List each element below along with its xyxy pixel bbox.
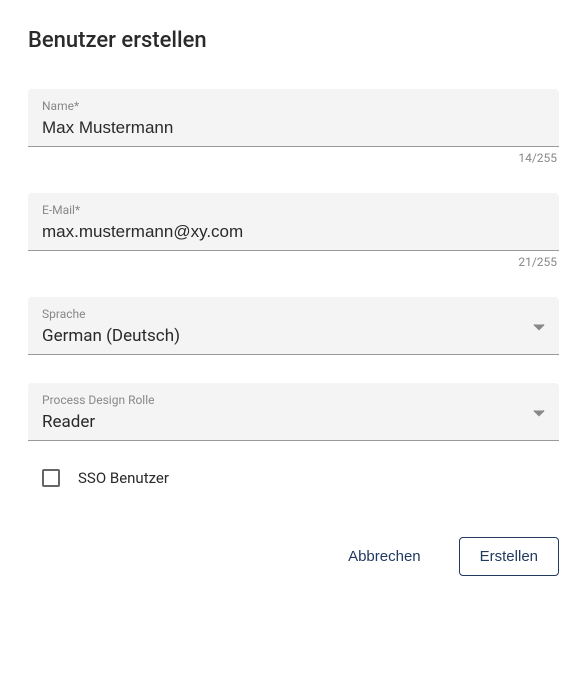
email-field[interactable]: E-Mail* bbox=[28, 193, 559, 251]
language-select[interactable]: Sprache German (Deutsch) bbox=[28, 297, 559, 355]
page-title: Benutzer erstellen bbox=[28, 28, 559, 53]
chevron-down-icon bbox=[533, 402, 545, 421]
language-value: German (Deutsch) bbox=[42, 326, 545, 346]
role-value: Reader bbox=[42, 412, 545, 432]
name-label: Name* bbox=[42, 99, 545, 113]
email-input[interactable] bbox=[42, 222, 545, 242]
name-input[interactable] bbox=[42, 118, 545, 138]
chevron-down-icon bbox=[533, 316, 545, 335]
name-counter: 14/255 bbox=[28, 151, 559, 165]
sso-checkbox-row: SSO Benutzer bbox=[28, 469, 559, 487]
role-select[interactable]: Process Design Rolle Reader bbox=[28, 383, 559, 441]
email-counter: 21/255 bbox=[28, 255, 559, 269]
sso-checkbox[interactable] bbox=[42, 469, 60, 487]
language-label: Sprache bbox=[42, 307, 545, 321]
email-label: E-Mail* bbox=[42, 203, 545, 217]
button-row: Abbrechen Erstellen bbox=[28, 537, 559, 576]
name-field[interactable]: Name* bbox=[28, 89, 559, 147]
sso-checkbox-label: SSO Benutzer bbox=[78, 469, 169, 487]
cancel-button[interactable]: Abbrechen bbox=[328, 538, 441, 575]
role-label: Process Design Rolle bbox=[42, 393, 545, 407]
create-button[interactable]: Erstellen bbox=[459, 537, 559, 576]
